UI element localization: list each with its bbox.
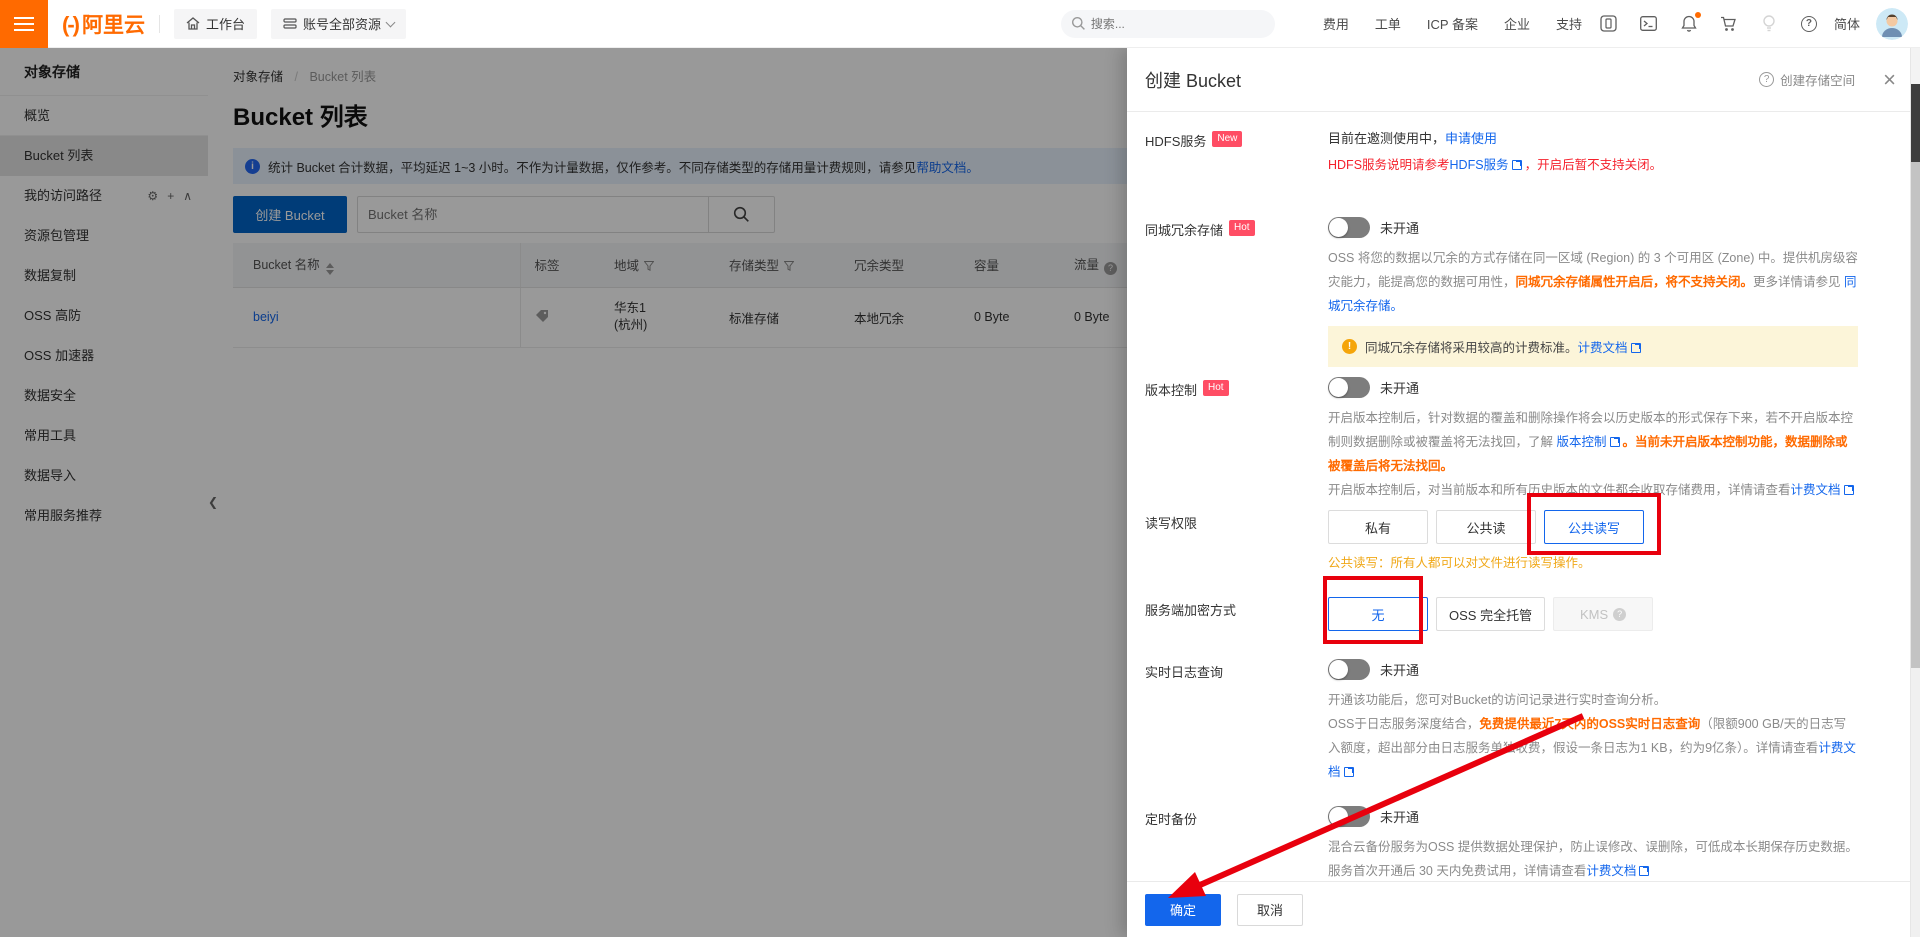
zrs-toggle[interactable] — [1328, 217, 1370, 238]
search-icon — [1071, 16, 1085, 30]
external-link-icon — [1639, 866, 1650, 876]
navbar-menu: 费用 工单 ICP 备案 企业 支持 — [1323, 14, 1582, 33]
external-link-icon — [1843, 485, 1854, 495]
navbar-icons: ? — [1600, 11, 1818, 33]
logo-mark: (-) — [62, 11, 80, 37]
external-link-icon — [1630, 343, 1641, 353]
create-bucket-drawer: 创建 Bucket ? 创建存储空间 × HDFS服务 New 目前在邀测使用中，… — [1127, 48, 1920, 937]
cart-icon[interactable] — [1720, 15, 1738, 33]
cloudshell-icon[interactable] — [1640, 15, 1658, 33]
logging-toggle[interactable] — [1328, 659, 1370, 680]
menu-support[interactable]: 支持 — [1556, 14, 1582, 33]
hot-badge: Hot — [1203, 380, 1229, 396]
hamburger-menu-icon[interactable] — [0, 0, 48, 48]
versioning-description: 开启版本控制后，针对数据的覆盖和删除操作将会以历史版本的形式保存下来，若不开启版… — [1328, 406, 1858, 502]
hot-badge: Hot — [1229, 220, 1255, 236]
global-search — [1060, 9, 1275, 38]
field-label: 版本控制 Hot — [1145, 377, 1328, 399]
logo-text: 阿里云 — [81, 13, 145, 37]
aliyun-logo[interactable]: (-) 阿里云 — [62, 9, 145, 39]
account-resources-dropdown[interactable]: 账号全部资源 — [271, 8, 407, 39]
field-label: 同城冗余存储 Hot — [1145, 217, 1328, 239]
acl-option-private[interactable]: 私有 — [1328, 510, 1428, 544]
backup-description: 混合云备份服务为OSS 提供数据处理保护，防止误修改、误删除，可低成本长期保存历… — [1328, 840, 1858, 878]
dim-overlay — [0, 48, 1127, 937]
encryption-option-oss-managed[interactable]: OSS 完全托管 — [1436, 597, 1546, 631]
field-label: 服务端加密方式 — [1145, 603, 1237, 618]
versioning-doc-link[interactable]: 版本控制 — [1556, 435, 1622, 449]
help-icon: ? — [1759, 72, 1775, 87]
workspace-label: 工作台 — [205, 17, 245, 32]
logging-status: 未开通 — [1380, 663, 1420, 678]
top-navbar: (-) 阿里云 工作台 账号全部资源 费用 工单 ICP 备案 企业 支持 — [0, 0, 1920, 48]
field-backup: 定时备份 未开通 混合云备份服务为OSS 提供数据处理保护，防止误修改、误删除，… — [1127, 806, 1910, 881]
workspace-button[interactable]: 工作台 — [173, 8, 257, 39]
backup-status: 未开通 — [1380, 810, 1420, 825]
cancel-button[interactable]: 取消 — [1237, 893, 1303, 926]
field-logging: 实时日志查询 未开通 开通该功能后，您可对Bucket的访问记录进行实时查询分析… — [1127, 659, 1910, 784]
menu-enterprise[interactable]: 企业 — [1504, 14, 1530, 33]
kms-help-icon: ? — [1613, 607, 1627, 621]
create-storage-help-link[interactable]: ? 创建存储空间 — [1759, 70, 1855, 89]
vertical-scrollbar[interactable] — [1910, 48, 1920, 937]
field-versioning: 版本控制 Hot 未开通 开启版本控制后，针对数据的覆盖和删除操作将会以历史版本的… — [1127, 377, 1910, 502]
resources-icon — [283, 17, 297, 29]
divider — [158, 14, 160, 33]
acl-option-public-read-write[interactable]: 公共读写 — [1527, 493, 1661, 555]
zrs-billing-doc-link[interactable]: 计费文档 — [1578, 341, 1644, 355]
drawer-header: 创建 Bucket ? 创建存储空间 × — [1127, 48, 1920, 112]
menu-icp[interactable]: ICP 备案 — [1427, 14, 1478, 33]
notification-dot — [1694, 11, 1701, 18]
menu-billing[interactable]: 费用 — [1323, 14, 1349, 33]
drawer-body: HDFS服务 New 目前在邀测使用中，申请使用 HDFS服务说明请参考HDFS服… — [1127, 112, 1910, 881]
warning-icon: ! — [1342, 339, 1357, 354]
global-search-input[interactable] — [1060, 9, 1275, 38]
zrs-description: OSS 将您的数据以冗余的方式存储在同一区域 (Region) 的 3 个可用区… — [1328, 251, 1858, 313]
user-avatar[interactable] — [1876, 7, 1908, 40]
confirm-button[interactable]: 确定 — [1145, 893, 1221, 926]
external-link-icon — [1511, 160, 1522, 170]
field-label: 实时日志查询 — [1145, 665, 1224, 680]
drawer-title: 创建 Bucket — [1145, 70, 1242, 91]
hdfs-status-text: 目前在邀测使用中， — [1328, 131, 1446, 146]
field-label: 定时备份 — [1145, 812, 1198, 827]
help-icon[interactable]: ? — [1800, 15, 1818, 33]
field-hdfs: HDFS服务 New 目前在邀测使用中，申请使用 HDFS服务说明请参考HDFS服… — [1127, 128, 1910, 177]
backup-billing-doc-link[interactable]: 计费文档 — [1586, 864, 1652, 878]
acl-warning-text: 公共读写：所有人都可以对文件进行读写操作。 — [1328, 556, 1591, 570]
encryption-option-kms: KMS? — [1553, 597, 1654, 631]
drawer-footer: 确定 取消 — [1127, 881, 1920, 937]
hdfs-doc-link[interactable]: HDFS服务 — [1450, 158, 1525, 172]
zrs-billing-tip: ! 同城冗余存储将采用较高的计费标准。计费文档 — [1328, 326, 1858, 367]
zrs-status: 未开通 — [1380, 221, 1420, 236]
backup-toggle[interactable] — [1328, 806, 1370, 827]
external-link-icon — [1609, 437, 1620, 447]
field-label: HDFS服务 New — [1145, 128, 1328, 150]
tips-bulb-icon[interactable] — [1760, 15, 1778, 33]
encryption-option-none[interactable]: 无 — [1323, 576, 1428, 644]
external-link-icon — [1343, 767, 1354, 777]
menu-tickets[interactable]: 工单 — [1375, 14, 1401, 33]
new-badge: New — [1212, 131, 1243, 147]
hdfs-note-red2: ，开启后暂不支持关闭。 — [1524, 158, 1663, 172]
field-encryption: 服务端加密方式 无 OSS 完全托管 KMS? — [1127, 576, 1910, 644]
hdfs-apply-link[interactable]: 申请使用 — [1445, 131, 1497, 146]
account-resources-label: 账号全部资源 — [303, 17, 382, 32]
versioning-status: 未开通 — [1380, 381, 1420, 396]
field-label: 读写权限 — [1145, 516, 1198, 531]
field-zrs: 同城冗余存储 Hot 未开通 OSS 将您的数据以冗余的方式存储在同一区域 (Re… — [1127, 217, 1910, 367]
field-acl: 读写权限 私有 公共读 公共读写 公共读写：所有人都可以对文件进行读写操作。 — [1127, 493, 1910, 571]
hdfs-note-red: HDFS服务说明请参考 — [1328, 158, 1450, 172]
close-icon[interactable]: × — [1883, 68, 1896, 91]
acl-option-public-read[interactable]: 公共读 — [1436, 510, 1536, 544]
language-switch[interactable]: 简体 — [1834, 14, 1860, 33]
mobile-app-icon[interactable] — [1600, 15, 1618, 33]
notifications-bell-icon[interactable] — [1680, 11, 1701, 33]
home-icon — [186, 17, 200, 30]
chevron-down-icon — [385, 17, 396, 27]
versioning-toggle[interactable] — [1328, 377, 1370, 398]
versioning-billing-doc-link[interactable]: 计费文档 — [1791, 483, 1857, 497]
logging-description: 开通该功能后，您可对Bucket的访问记录进行实时查询分析。 OSS于日志服务深… — [1328, 693, 1856, 779]
